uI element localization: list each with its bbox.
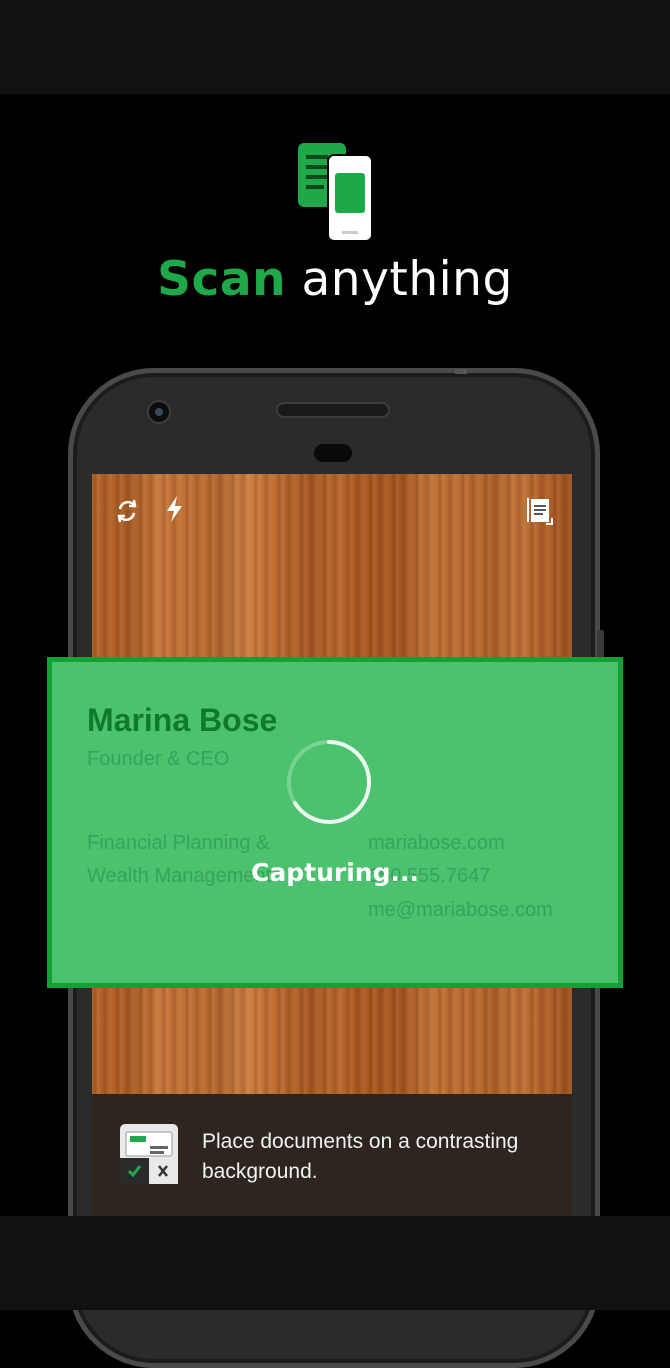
page-headline: Scan anything: [0, 252, 670, 307]
capturing-status: Capturing...: [251, 858, 419, 887]
status-bar: [0, 0, 670, 94]
card-website: mariabose.com: [368, 832, 505, 854]
card-name: Marina Bose: [87, 702, 278, 738]
contrast-tip-icon: [120, 1124, 178, 1184]
loading-spinner-icon: [285, 738, 373, 826]
navigation-bar: [0, 1216, 670, 1310]
headline-rest: anything: [286, 252, 513, 307]
phone-speaker: [278, 404, 388, 416]
front-camera-icon: [149, 402, 169, 422]
card-email: me@mariabose.com: [368, 899, 553, 921]
scan-app-icon: [298, 143, 374, 243]
phone-antenna-line: [455, 369, 467, 374]
tip-banner: Place documents on a contrasting backgro…: [92, 1094, 572, 1216]
phone-sensor: [314, 444, 352, 462]
tip-text: Place documents on a contrasting backgro…: [202, 1130, 519, 1183]
headline-accent: Scan: [157, 252, 287, 307]
card-title: Founder & CEO: [87, 748, 230, 770]
card-company-line1: Financial Planning &: [87, 832, 270, 854]
flash-icon[interactable]: [160, 494, 190, 524]
document-mode-icon[interactable]: [524, 496, 554, 526]
auto-capture-icon[interactable]: [112, 496, 142, 526]
